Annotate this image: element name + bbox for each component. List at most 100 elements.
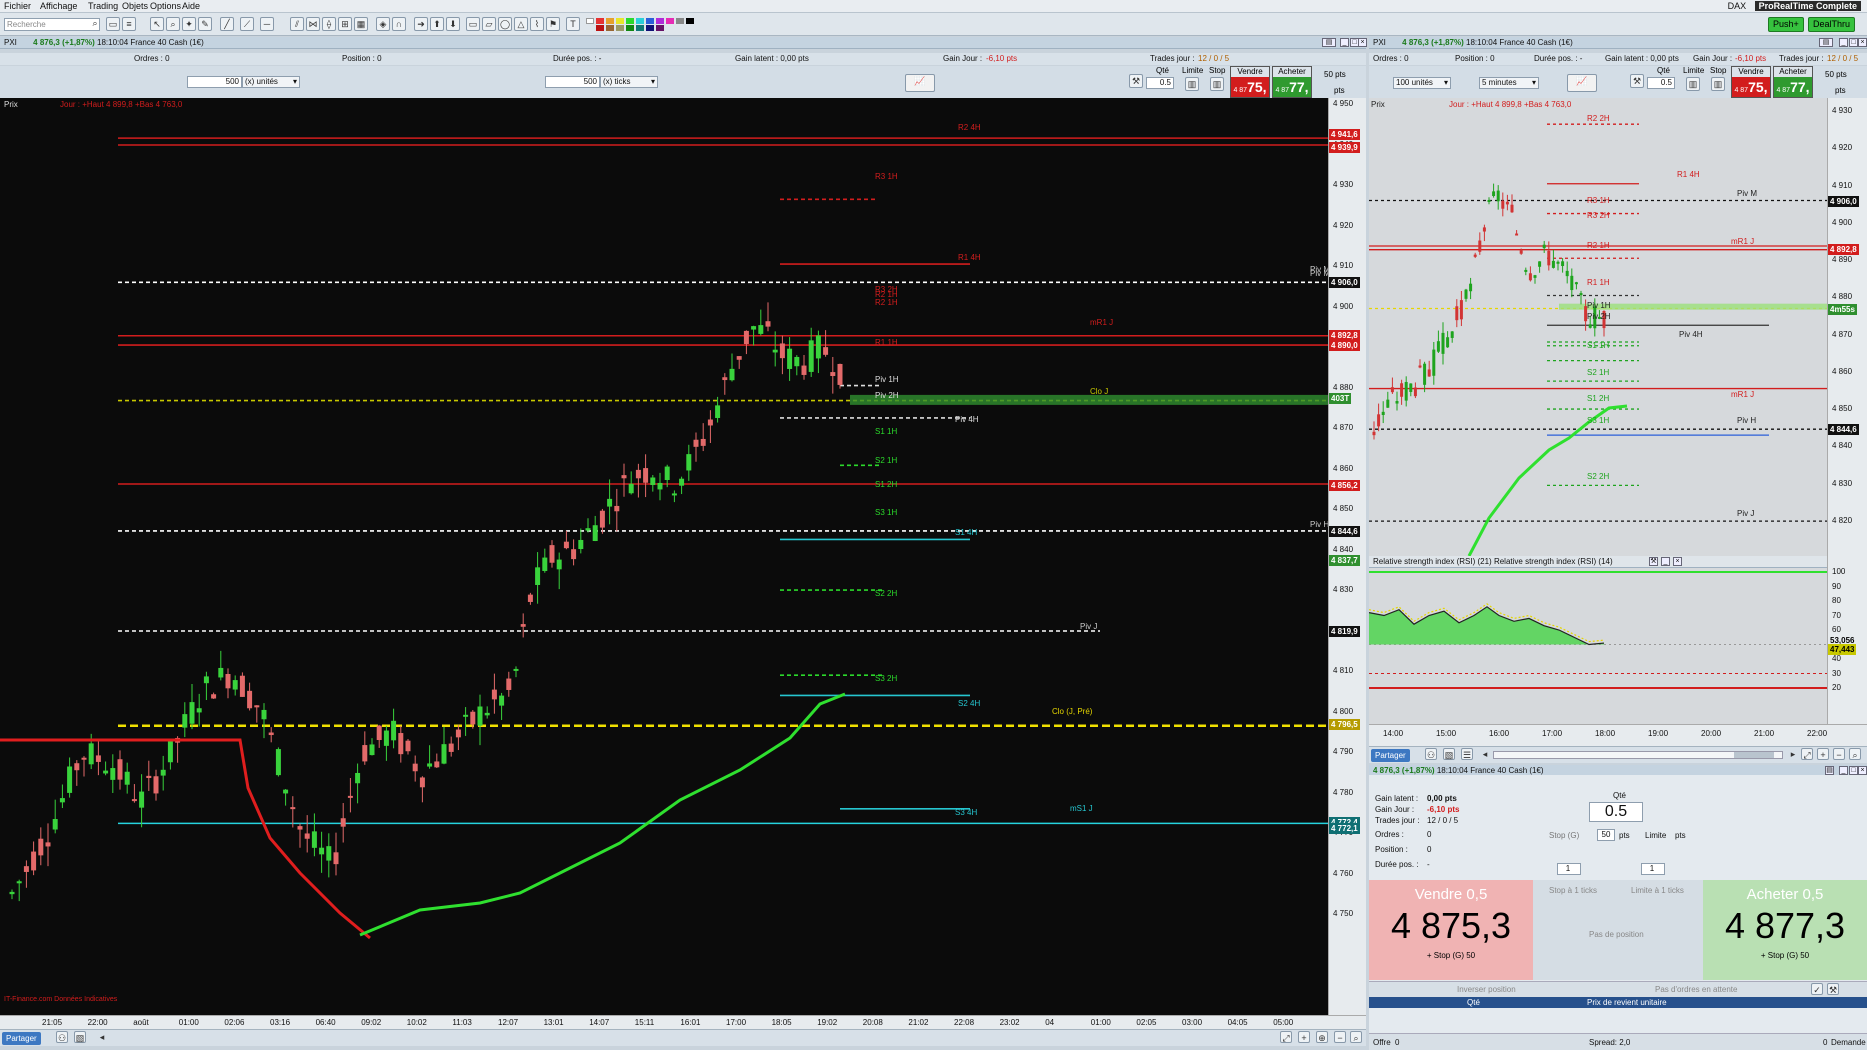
sell-button[interactable]: Vendre 4 8775, <box>1230 66 1270 98</box>
close-icon[interactable]: × <box>1358 38 1367 47</box>
color-pink-swatch[interactable] <box>666 18 674 24</box>
sell-box[interactable]: Vendre 0,5 4 875,3 + Stop (G) 50 <box>1369 880 1533 980</box>
buy-box[interactable]: Acheter 0,5 4 877,3 + Stop (G) 50 <box>1703 880 1867 980</box>
r-stop-order-icon[interactable]: ▥ <box>1711 77 1725 91</box>
rsi-minimize-icon[interactable]: _ <box>1661 557 1670 566</box>
hline-tool-icon[interactable]: ─ <box>260 17 274 31</box>
r-scrollbar[interactable] <box>1493 751 1783 759</box>
list-icon[interactable]: ≡ <box>122 17 136 31</box>
search-input[interactable]: Recherche <box>4 18 100 31</box>
indicator-icon[interactable]: ▧ <box>74 1031 86 1043</box>
arrow-right-icon[interactable]: ➜ <box>414 17 428 31</box>
zoom-search-icon[interactable]: ⌕ <box>1350 1031 1362 1043</box>
r-zoom-auto-icon[interactable]: ⤢ <box>1801 748 1813 760</box>
color-purple-swatch[interactable] <box>656 18 664 24</box>
triangle-tool-icon[interactable]: △ <box>514 17 528 31</box>
pencil-icon[interactable]: ✎ <box>198 17 212 31</box>
menu-aide[interactable]: Aide <box>182 1 200 11</box>
quantity-input[interactable]: 500 <box>187 76 242 88</box>
cursor-icon[interactable]: ↖ <box>150 17 164 31</box>
magnet-icon[interactable]: ∩ <box>392 17 406 31</box>
left-time-axis[interactable]: 21:05 22:00 août 01:00 02:06 03:16 06:40 09:02 1… <box>0 1015 1366 1029</box>
menu-objets[interactable]: Objets <box>122 1 148 11</box>
menu-affichage[interactable]: Affichage <box>40 1 77 11</box>
color-gray-swatch[interactable] <box>676 18 684 24</box>
layout-icon[interactable]: ▤ <box>1322 38 1336 47</box>
tp-step1-input[interactable]: 1 <box>1557 863 1581 875</box>
color-navy-swatch[interactable] <box>646 25 654 31</box>
rsi-chart[interactable] <box>1369 568 1827 724</box>
r-share-button[interactable]: Partager <box>1371 749 1410 762</box>
r-list-icon[interactable]: ☰ <box>1461 748 1473 760</box>
wrench-icon[interactable]: ⚒ <box>1129 74 1143 88</box>
r-layout-icon[interactable]: ▤ <box>1819 38 1833 47</box>
menu-fichier[interactable]: Fichier <box>4 1 31 11</box>
tp-qty-input[interactable]: 0.5 <box>1589 802 1643 822</box>
limit-order-icon[interactable]: ▥ <box>1185 77 1199 91</box>
zoom-in-icon[interactable]: + <box>1298 1031 1310 1043</box>
r-buy-button[interactable]: Acheter 4 8777, <box>1773 66 1813 98</box>
fan-tool-icon[interactable]: ⟠ <box>322 17 336 31</box>
lightbulb-icon[interactable]: ✦ <box>182 17 196 31</box>
color-blue-swatch[interactable] <box>646 18 654 24</box>
tp-stop-input[interactable]: 50 <box>1597 829 1615 841</box>
right-price-chart[interactable]: Prix Jour : +Haut 4 899,8 +Bas 4 763,0 R… <box>1369 98 1827 556</box>
color-olive-swatch[interactable] <box>616 25 624 31</box>
ray-tool-icon[interactable]: ⟋ <box>240 17 254 31</box>
r-limit-order-icon[interactable]: ▥ <box>1686 77 1700 91</box>
person-icon[interactable]: ⚇ <box>56 1031 68 1043</box>
color-cyan-swatch[interactable] <box>636 18 644 24</box>
left-price-chart[interactable]: Prix Jour : +Haut 4 899,8 +Bas 4 763,0 I… <box>0 98 1328 1015</box>
buy-button[interactable]: Acheter 4 8777, <box>1272 66 1312 98</box>
tp-limite-ticks[interactable]: Limite à 1 ticks <box>1631 886 1684 895</box>
r-scroll-right-icon[interactable]: ▸ <box>1787 748 1799 760</box>
color-red-swatch[interactable] <box>596 18 604 24</box>
r-zoom-in-icon[interactable]: + <box>1817 748 1829 760</box>
push-button[interactable]: Push+ <box>1768 17 1804 32</box>
share-button[interactable]: Partager <box>2 1032 41 1045</box>
color-orange-swatch[interactable] <box>606 18 614 24</box>
scroll-left-icon[interactable]: ◂ <box>96 1031 108 1043</box>
stop-order-icon[interactable]: ▥ <box>1210 77 1224 91</box>
tick-quantity-input[interactable]: 500 <box>545 76 600 88</box>
flag-tool-icon[interactable]: ⚑ <box>546 17 560 31</box>
color-brown-swatch[interactable] <box>606 25 614 31</box>
color-white-swatch[interactable] <box>586 18 594 24</box>
arrow-up-icon[interactable]: ⬆ <box>430 17 444 31</box>
right-time-axis[interactable]: 14:00 15:00 16:00 17:00 18:00 19:00 20:00 21:00… <box>1369 724 1867 746</box>
arrow-down-icon[interactable]: ⬇ <box>446 17 460 31</box>
color-green-swatch[interactable] <box>626 18 634 24</box>
rectangle-tool-icon[interactable]: ▭ <box>466 17 480 31</box>
r-zoom-search-icon[interactable]: ⌕ <box>1849 748 1861 760</box>
r-qty-trade-input[interactable]: 0.5 <box>1647 77 1675 89</box>
menu-trading[interactable]: Trading <box>88 1 118 11</box>
tp-maximize-icon[interactable]: □ <box>1849 766 1858 775</box>
screen-icon[interactable]: ▭ <box>106 17 120 31</box>
grid-tool-icon[interactable]: ▦ <box>354 17 368 31</box>
text-tool-icon[interactable]: T <box>566 17 580 31</box>
tp-limite-label[interactable]: Limite <box>1645 831 1666 840</box>
r-zoom-out-icon[interactable]: − <box>1833 748 1845 760</box>
menu-options[interactable]: Options <box>150 1 181 11</box>
zoom-icon[interactable]: ⌕ <box>166 17 180 31</box>
zoom-reset-icon[interactable]: ⊕ <box>1316 1031 1328 1043</box>
tp-wrench-icon[interactable]: ⚒ <box>1827 983 1839 995</box>
search-icon[interactable]: ⌕ <box>88 17 102 31</box>
dealthru-button[interactable]: DealThru <box>1808 17 1856 32</box>
parallelogram-tool-icon[interactable]: ▱ <box>482 17 496 31</box>
tp-stop-ticks[interactable]: Stop à 1 ticks <box>1549 886 1597 895</box>
tp-stop-label[interactable]: Stop (G) <box>1549 831 1579 840</box>
r-scroll-left-icon[interactable]: ◂ <box>1479 748 1491 760</box>
ellipse-tool-icon[interactable]: ◯ <box>498 17 512 31</box>
zoom-auto-icon[interactable]: ⤢ <box>1280 1031 1292 1043</box>
r-wrench-icon[interactable]: ⚒ <box>1630 74 1644 88</box>
r-scrollbar-thumb[interactable] <box>1734 752 1774 758</box>
r-maximize-icon[interactable]: □ <box>1849 38 1858 47</box>
tp-step2-input[interactable]: 1 <box>1641 863 1665 875</box>
color-black-swatch[interactable] <box>686 18 694 24</box>
r-close-icon[interactable]: × <box>1858 38 1867 47</box>
rsi-axis[interactable]: 1009080706050403020 53,05647,443 <box>1827 556 1867 724</box>
r-person-icon[interactable]: ⚇ <box>1425 748 1437 760</box>
rsi-settings-icon[interactable]: ⚒ <box>1649 557 1658 566</box>
r-sell-button[interactable]: Vendre 4 8775, <box>1731 66 1771 98</box>
